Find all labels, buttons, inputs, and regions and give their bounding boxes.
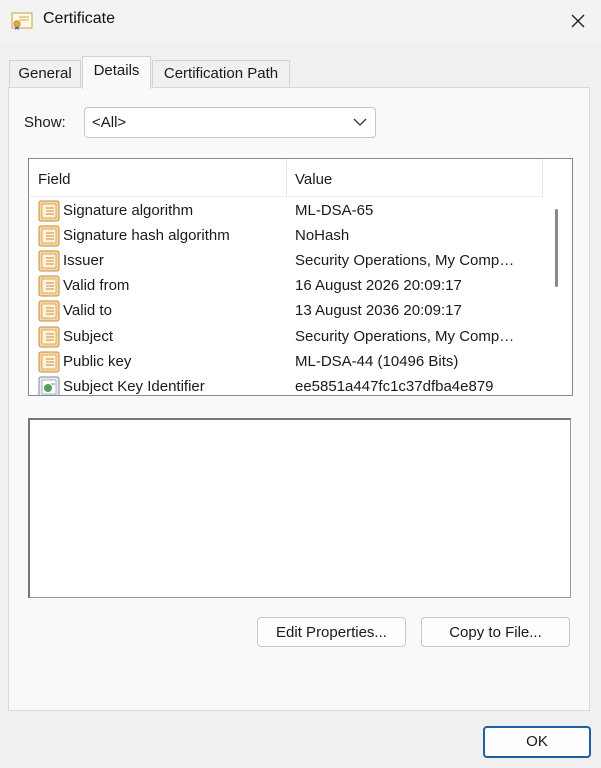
column-divider[interactable] — [542, 159, 543, 196]
certificate-field-icon — [38, 250, 60, 272]
tab-label: Certification Path — [163, 65, 279, 82]
field-name: Issuer — [63, 252, 104, 269]
field-name: Signature algorithm — [63, 202, 194, 219]
tab-label: General — [18, 65, 72, 82]
column-header-value[interactable]: Value — [295, 171, 332, 188]
field-name: Valid from — [63, 277, 130, 294]
certificate-field-icon — [38, 275, 60, 297]
column-divider[interactable] — [286, 159, 287, 196]
tab-label: Details — [93, 62, 140, 79]
title-bar: Certificate — [0, 0, 601, 42]
field-value: 13 August 2036 20:09:17 — [295, 302, 462, 319]
show-dropdown[interactable]: <All> — [84, 107, 376, 138]
show-dropdown-value: <All> — [92, 114, 127, 131]
certificate-field-icon — [38, 326, 60, 348]
copy-to-file-button[interactable]: Copy to File... — [421, 617, 570, 647]
list-item[interactable]: Issuer Security Operations, My Comp… — [29, 248, 544, 273]
tab-details[interactable]: Details — [82, 56, 151, 89]
extension-field-icon — [38, 376, 60, 395]
window-title: Certificate — [43, 10, 116, 27]
field-value: 16 August 2026 20:09:17 — [295, 277, 462, 294]
field-name: Subject Key Identifier — [63, 378, 205, 395]
certificate-field-icon — [38, 351, 60, 373]
edit-properties-button[interactable]: Edit Properties... — [257, 617, 406, 647]
list-item[interactable]: Signature algorithm ML-DSA-65 — [29, 198, 544, 223]
certificate-field-icon — [38, 200, 60, 222]
column-header-field[interactable]: Field — [38, 171, 71, 188]
field-detail-textbox[interactable] — [28, 418, 571, 598]
list-scrollbar[interactable] — [544, 159, 572, 395]
list-header: Field Value — [29, 159, 544, 197]
certificate-field-icon — [38, 300, 60, 322]
fields-list[interactable]: Field Value Signature algorithm ML-DSA-6… — [28, 158, 573, 396]
list-item[interactable]: Subject Key Identifier ee5851a447fc1c37d… — [29, 374, 544, 395]
field-value: ML-DSA-44 (10496 Bits) — [295, 353, 459, 370]
list-item[interactable]: Valid from 16 August 2026 20:09:17 — [29, 273, 544, 298]
field-name: Subject — [63, 328, 114, 345]
certificate-field-icon — [38, 225, 60, 247]
field-name: Public key — [63, 353, 132, 370]
tab-certification-path[interactable]: Certification Path — [152, 60, 290, 88]
field-value: ee5851a447fc1c37dfba4e879 — [295, 378, 494, 395]
scroll-thumb[interactable] — [555, 209, 558, 287]
list-item[interactable]: Subject Security Operations, My Comp… — [29, 324, 544, 349]
chevron-down-icon — [353, 118, 367, 126]
field-name: Signature hash algorithm — [63, 227, 230, 244]
field-value: NoHash — [295, 227, 350, 244]
certificate-icon — [11, 12, 33, 30]
close-icon — [571, 14, 585, 28]
list-item[interactable]: Public key ML-DSA-44 (10496 Bits) — [29, 349, 544, 374]
close-button[interactable] — [555, 0, 601, 42]
list-item[interactable]: Signature hash algorithm NoHash — [29, 223, 544, 248]
field-value: Security Operations, My Comp… — [295, 252, 515, 269]
tab-general[interactable]: General — [9, 60, 81, 88]
field-name: Valid to — [63, 302, 112, 319]
details-panel: Show: <All> Field Value Signature algori… — [8, 87, 590, 711]
field-value: ML-DSA-65 — [295, 202, 374, 219]
ok-button[interactable]: OK — [483, 726, 591, 758]
field-value: Security Operations, My Comp… — [295, 328, 515, 345]
show-label: Show: — [24, 114, 66, 131]
list-item[interactable]: Valid to 13 August 2036 20:09:17 — [29, 298, 544, 323]
